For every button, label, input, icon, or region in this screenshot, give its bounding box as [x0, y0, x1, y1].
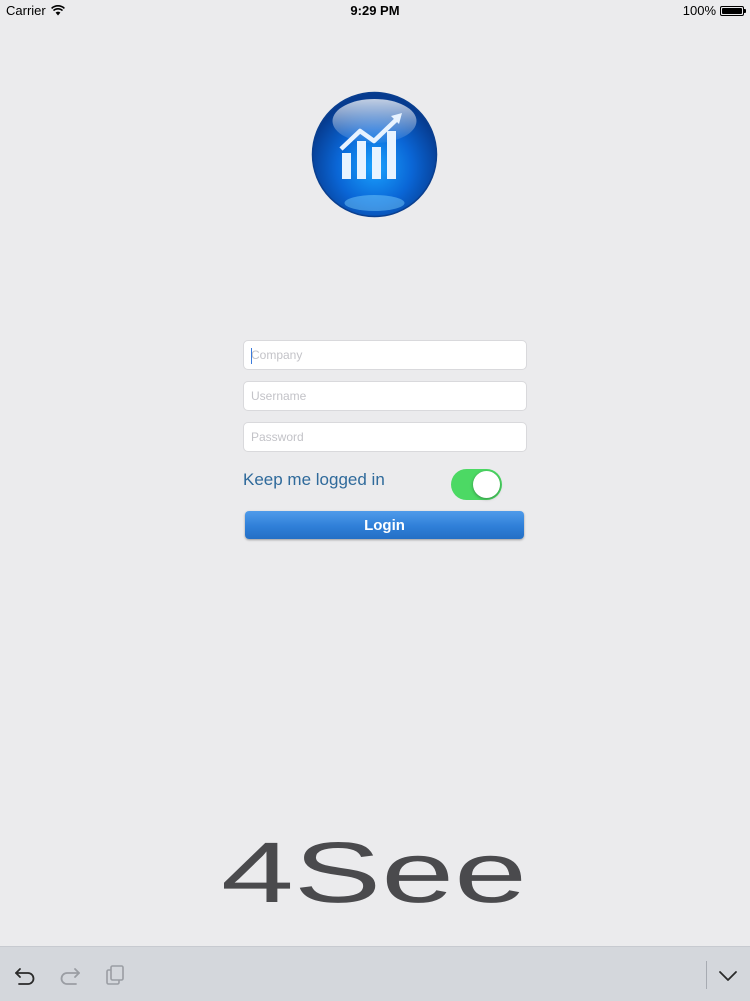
battery-group: 100% [682, 3, 746, 18]
paste-icon[interactable] [104, 964, 126, 986]
username-field[interactable] [243, 381, 527, 411]
brand-name: 4See [221, 826, 527, 906]
keep-logged-in-label: Keep me logged in [243, 470, 385, 489]
status-time: 9:29 PM [350, 3, 400, 18]
toolbar-divider [706, 961, 707, 989]
company-field[interactable] [243, 340, 527, 370]
chevron-down-icon[interactable] [717, 964, 739, 986]
undo-icon[interactable] [14, 964, 36, 986]
company-input[interactable] [244, 341, 526, 369]
redo-icon[interactable] [59, 964, 81, 986]
toggle-knob [473, 471, 500, 498]
username-input[interactable] [244, 382, 526, 410]
bottom-toolbar [0, 946, 750, 1001]
brand-wordmark: 4See [221, 826, 527, 906]
battery-icon [720, 5, 746, 16]
status-bar: Carrier 9:29 PM 100% [0, 0, 750, 22]
keep-logged-in-toggle[interactable] [451, 469, 502, 500]
text-caret [251, 348, 252, 364]
password-input[interactable] [244, 423, 526, 451]
app-logo-icon [311, 91, 438, 218]
login-button[interactable]: Login [245, 511, 524, 539]
password-field[interactable] [243, 422, 527, 452]
battery-percent: 100% [682, 3, 716, 18]
